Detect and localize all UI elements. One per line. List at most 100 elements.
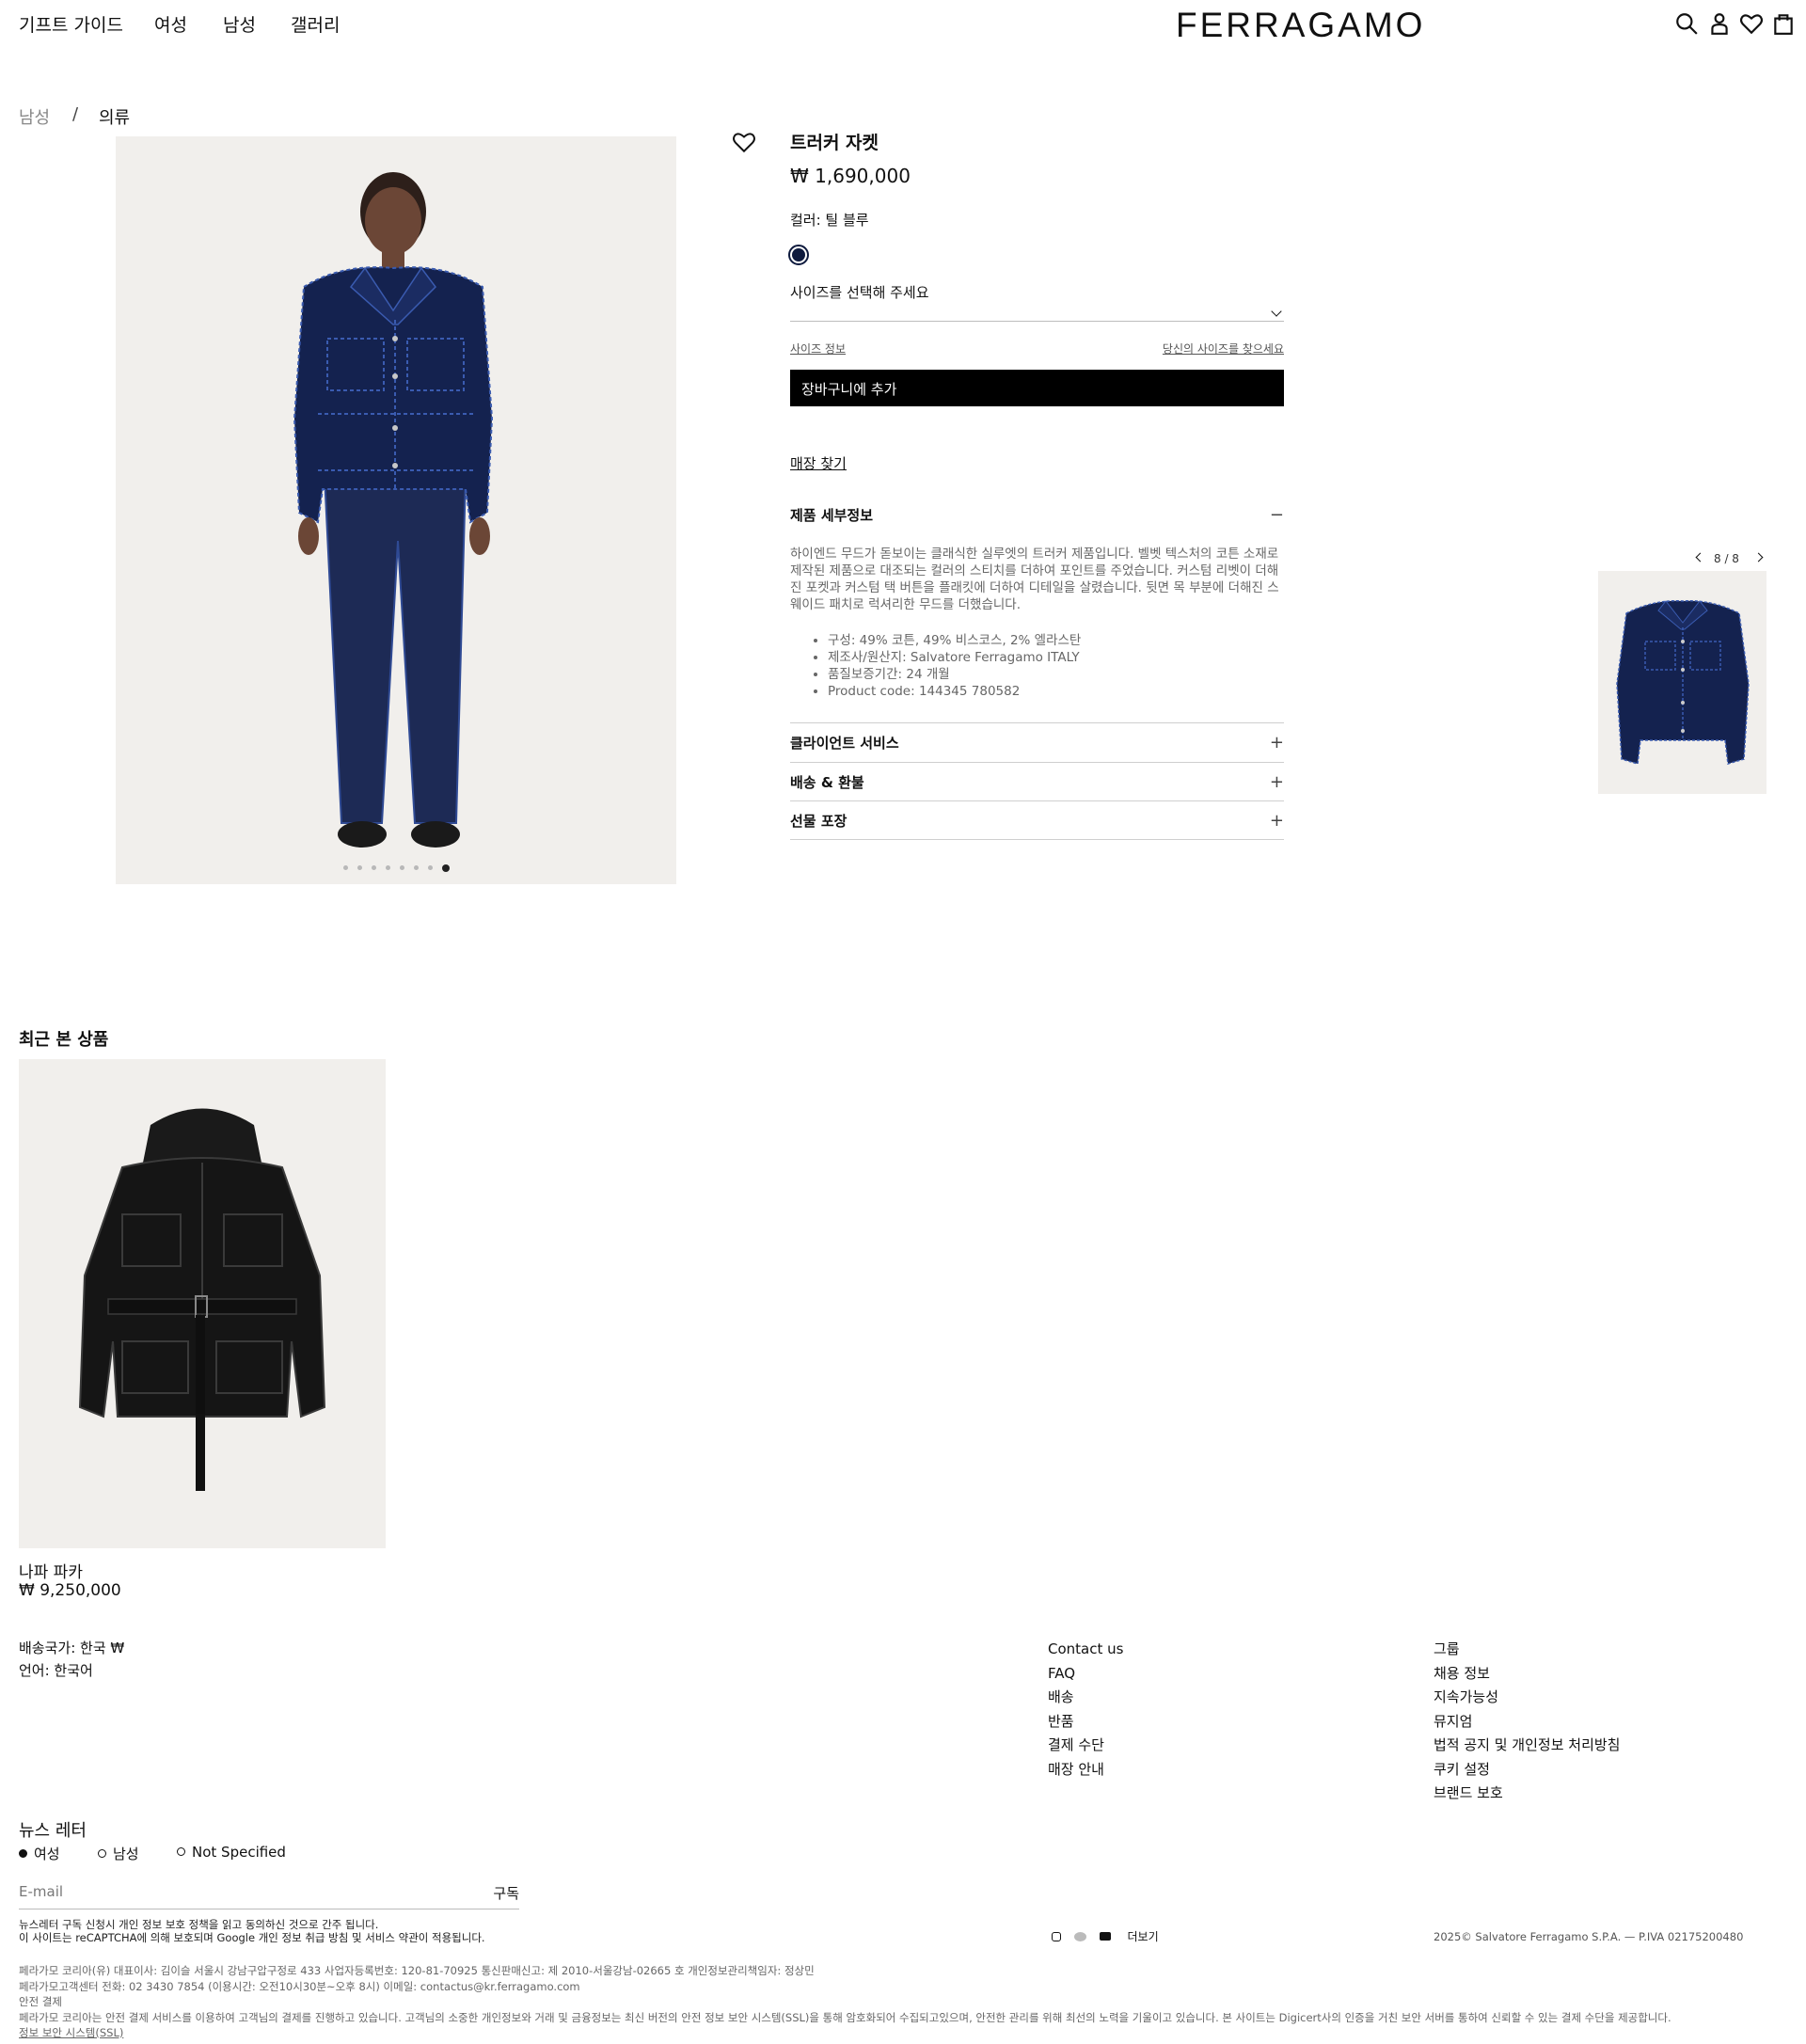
- wishlist-icon[interactable]: [1739, 11, 1764, 36]
- spec-origin: 제조사/원산지: Salvatore Ferragamo ITALY: [828, 649, 1081, 666]
- add-to-wishlist-icon[interactable]: [732, 130, 756, 154]
- size-guide-link[interactable]: 사이즈 정보: [790, 342, 846, 356]
- corporate-info: 페라가모 코리아(유) 대표이사: 김이슬 서울시 강남구압구정로 433 사업…: [19, 1963, 1671, 2041]
- corporate-info-line: 안전 결제: [19, 1995, 62, 2008]
- model-wearing-jacket-illustration: [293, 172, 494, 848]
- parka-illustration: [78, 1108, 326, 1491]
- thumbnail-image[interactable]: [1598, 571, 1766, 794]
- footer-link-careers[interactable]: 채용 정보: [1434, 1662, 1620, 1687]
- social-more-link[interactable]: 더보기: [1127, 1930, 1158, 1943]
- accordion-product-details[interactable]: 제품 세부정보 −: [790, 505, 1284, 525]
- accordion-label: 클라이언트 서비스: [790, 735, 899, 752]
- carousel-dot-active[interactable]: [441, 864, 450, 872]
- carousel-dot[interactable]: [371, 865, 376, 870]
- social-links: 더보기: [1052, 1928, 1159, 1944]
- radio-unselected-icon: [98, 1849, 106, 1858]
- expand-icon: +: [1269, 811, 1284, 831]
- collapse-icon: −: [1269, 505, 1284, 525]
- accordion-gift-wrapping[interactable]: 선물 포장 +: [790, 811, 1284, 831]
- search-icon[interactable]: [1674, 11, 1699, 36]
- footer-link-stores[interactable]: 매장 안내: [1048, 1758, 1123, 1783]
- size-links: 사이즈 정보 당신의 사이즈를 찾으세요: [790, 341, 1284, 357]
- ssl-link[interactable]: 정보 보안 시스템(SSL): [19, 2025, 1671, 2041]
- recently-viewed-item-image[interactable]: [19, 1059, 386, 1548]
- radio-label: 여성: [34, 1846, 60, 1862]
- divider: [790, 800, 1284, 801]
- color-swatch-teal-blue[interactable]: [788, 245, 809, 265]
- radio-men[interactable]: 남성: [98, 1844, 139, 1863]
- chevron-right-icon[interactable]: [1753, 552, 1764, 562]
- carousel-dot[interactable]: [356, 865, 362, 870]
- newsletter-email-field[interactable]: E-mail 구독: [19, 1883, 519, 1909]
- radio-label: Not Specified: [192, 1844, 286, 1861]
- expand-icon: +: [1269, 772, 1284, 792]
- nav-gift-guide[interactable]: 기프트 가이드: [19, 11, 123, 37]
- chevron-down-icon: [1271, 306, 1282, 317]
- footer-corporate-links: 그룹 채용 정보 지속가능성 뮤지엄 법적 공지 및 개인정보 처리방침 쿠키 …: [1434, 1638, 1620, 1806]
- radio-unselected-icon: [177, 1847, 185, 1856]
- breadcrumb-separator: /: [72, 104, 79, 124]
- carousel-dot[interactable]: [413, 865, 419, 870]
- newsletter-title: 뉴스 레터: [19, 1821, 87, 1841]
- account-icon[interactable]: [1707, 11, 1732, 36]
- spec-composition: 구성: 49% 코튼, 49% 비스코스, 2% 엘라스탄: [828, 632, 1081, 649]
- breadcrumb-men[interactable]: 남성: [19, 104, 50, 129]
- footer-link-payment[interactable]: 결제 수단: [1048, 1734, 1123, 1758]
- corporate-info-line: 페라가모 코리아는 안전 결제 서비스를 이용하여 고객님의 결제를 진행하고 …: [19, 2010, 1671, 2024]
- expand-icon: +: [1269, 733, 1284, 753]
- footer-link-cookies[interactable]: 쿠키 설정: [1434, 1758, 1620, 1783]
- recently-viewed-item-price: ₩ 9,250,000: [19, 1581, 121, 1600]
- carousel-dot[interactable]: [427, 865, 433, 870]
- spec-product-code: Product code: 144345 780582: [828, 683, 1081, 700]
- product-price: ₩ 1,690,000: [790, 165, 911, 187]
- spec-warranty: 품질보증기간: 24 개월: [828, 666, 1081, 683]
- product-description: 하이엔드 무드가 돋보이는 클래식한 실루엣의 트러커 제품입니다. 벨벳 텍스…: [790, 547, 1279, 612]
- shipping-country-selector[interactable]: 배송국가: 한국 ₩: [19, 1638, 124, 1657]
- find-your-size-link[interactable]: 당신의 사이즈를 찾으세요: [1163, 341, 1284, 357]
- footer-link-shipping[interactable]: 배송: [1048, 1686, 1123, 1710]
- carousel-dot[interactable]: [399, 865, 404, 870]
- accordion-shipping-returns[interactable]: 배송 & 환불 +: [790, 772, 1284, 792]
- footer-link-sustainability[interactable]: 지속가능성: [1434, 1686, 1620, 1710]
- footer-link-legal[interactable]: 법적 공지 및 개인정보 처리방침: [1434, 1734, 1620, 1758]
- brand-logo[interactable]: FERRAGAMO: [1176, 6, 1425, 45]
- nav-gallery[interactable]: 갤러리: [291, 11, 340, 37]
- carousel-dot[interactable]: [342, 865, 348, 870]
- radio-not-specified[interactable]: Not Specified: [177, 1844, 286, 1861]
- youtube-icon[interactable]: [1099, 1932, 1111, 1941]
- kakao-icon[interactable]: [1073, 1932, 1086, 1941]
- carousel-dot[interactable]: [385, 865, 390, 870]
- instagram-icon[interactable]: [1052, 1932, 1061, 1941]
- radio-label: 남성: [113, 1846, 139, 1862]
- store-locator-link[interactable]: 매장 찾기: [790, 453, 1284, 473]
- footer-link-brand-protection[interactable]: 브랜드 보호: [1434, 1782, 1620, 1806]
- footer-link-group[interactable]: 그룹: [1434, 1638, 1620, 1662]
- accordion-label: 배송 & 환불: [790, 774, 864, 791]
- chevron-left-icon[interactable]: [1695, 552, 1705, 562]
- recently-viewed-item-name[interactable]: 나파 파카: [19, 1559, 83, 1582]
- footer-link-faq[interactable]: FAQ: [1048, 1662, 1123, 1687]
- bag-icon[interactable]: [1771, 11, 1796, 36]
- main-product-image[interactable]: [116, 136, 676, 884]
- size-select[interactable]: [790, 299, 1284, 322]
- nav-men[interactable]: 남성: [223, 11, 256, 37]
- jacket-thumbnail-illustration: [1616, 600, 1750, 765]
- language-selector[interactable]: 언어: 한국어: [19, 1660, 93, 1680]
- footer-link-museum[interactable]: 뮤지엄: [1434, 1710, 1620, 1735]
- recaptcha-notice: 이 사이트는 reCAPTCHA에 의해 보호되며 Google 개인 정보 취…: [19, 1931, 485, 1944]
- nav-women[interactable]: 여성: [154, 11, 187, 37]
- accordion-client-service[interactable]: 클라이언트 서비스 +: [790, 733, 1284, 753]
- footer-link-returns[interactable]: 반품: [1048, 1710, 1123, 1735]
- image-counter: 8 / 8: [1714, 552, 1739, 565]
- subscribe-button[interactable]: 구독: [493, 1883, 519, 1903]
- add-to-cart-button[interactable]: 장바구니에 추가: [790, 370, 1284, 406]
- color-label: 컬러: 틸 블루: [790, 212, 869, 229]
- divider: [790, 722, 1284, 723]
- breadcrumb-clothing[interactable]: 의류: [99, 104, 130, 129]
- radio-women[interactable]: 여성: [19, 1844, 60, 1863]
- radio-selected-icon: [19, 1849, 27, 1858]
- footer-link-contact[interactable]: Contact us: [1048, 1638, 1123, 1662]
- footer-service-links: Contact us FAQ 배송 반품 결제 수단 매장 안내: [1048, 1638, 1123, 1782]
- email-placeholder: E-mail: [19, 1883, 64, 1900]
- divider: [790, 839, 1284, 840]
